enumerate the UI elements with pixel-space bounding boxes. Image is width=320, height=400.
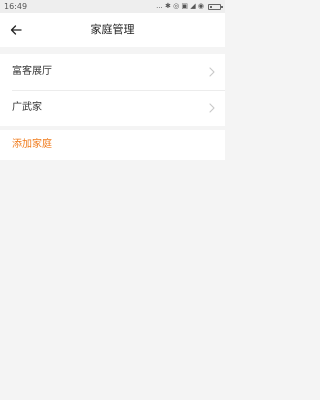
battery-fill: [210, 5, 212, 8]
status-time: 16:49: [4, 2, 28, 11]
home-item-fuke[interactable]: 富客展厅: [0, 54, 225, 90]
home-list: 富客展厅 广武家: [0, 54, 225, 126]
page-title: 家庭管理: [90, 23, 135, 36]
home-item-guangwu[interactable]: 广武家: [0, 90, 225, 126]
chevron-right-icon: [209, 103, 215, 113]
chevron-right-icon: [209, 67, 215, 77]
add-home-button[interactable]: 添加家庭: [0, 130, 225, 160]
add-home-label: 添加家庭: [12, 139, 52, 150]
home-item-label: 富客展厅: [12, 66, 52, 77]
status-icons: ... ✱ ◎ ▣ ◢ ◉: [156, 0, 223, 13]
home-item-label: 广武家: [12, 102, 42, 113]
header: 家庭管理: [0, 13, 225, 47]
status-bar: 16:49 ... ✱ ◎ ▣ ◢ ◉: [0, 0, 225, 13]
battery-icon: [208, 3, 223, 10]
status-icons-text: ... ✱ ◎ ▣ ◢ ◉: [156, 2, 204, 10]
